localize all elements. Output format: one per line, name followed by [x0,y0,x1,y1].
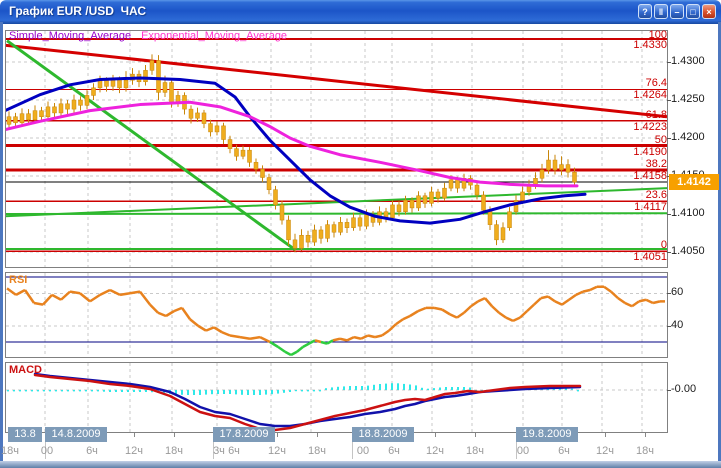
rsi-panel-canvas[interactable] [5,272,668,358]
time-axis-tick [475,433,476,437]
time-axis-label: 12ч [421,445,449,457]
current-price-tag: 1.4142 [669,174,719,190]
time-axis-tick [605,433,606,437]
time-axis-tick [277,433,278,437]
price-axis-label: 1.4250 [671,94,705,105]
fib-price-label: 1.4117 [634,202,667,213]
fib-price-label: 1.4264 [633,90,667,101]
legend-sma-label: Simple_Moving_Average [9,30,131,42]
time-axis-label: 18ч [461,445,489,457]
date-badge: 17.8.2009 [213,427,275,442]
price-axis-label: 1.4100 [671,208,705,219]
fib-percent-label: 0 [661,240,667,251]
fib-percent-label: 61.8 [646,110,667,121]
fib-price-label: 1.4190 [633,147,667,158]
chart-window: График EUR /USD ЧАС ?‖–□× Simple_Moving_… [0,0,721,468]
window-buttons: ?‖–□× [638,4,716,19]
pause-button[interactable]: ‖ [654,4,668,19]
date-badge: 14.8.2009 [45,427,107,442]
time-axis-tick [645,433,646,437]
time-axis-label: 6ч [78,445,106,457]
fib-percent-label: 38.2 [646,159,667,170]
time-axis-label: 12ч [591,445,619,457]
time-axis-label: 00 [33,445,61,457]
price-axis-tick [667,252,671,253]
price-axis-label: 1.4050 [671,246,705,257]
title-bar[interactable]: График EUR /USD ЧАС ?‖–□× [0,0,721,24]
window-border-left [0,22,3,462]
time-axis-label: 12ч [263,445,291,457]
macd-axis-label: -0.00 [671,384,696,395]
rsi-axis-label: 40 [671,320,683,331]
macd-panel-canvas[interactable] [5,362,668,433]
time-axis-label: 00 [349,445,377,457]
time-axis-tick [317,433,318,437]
date-badge: 13.8 [8,427,42,442]
time-axis-label: 18ч [303,445,331,457]
help-button[interactable]: ? [638,4,652,19]
time-axis-label: 6ч [220,445,248,457]
time-axis-label: 6ч [550,445,578,457]
time-axis-label: 6ч [380,445,408,457]
rsi-axis-tick [667,326,671,327]
macd-panel-title: MACD [9,364,42,376]
fib-percent-label: 23.6 [646,190,667,201]
fib-price-label: 1.4330 [633,40,667,51]
time-axis-label: 00 [509,445,537,457]
fib-price-label: 1.4223 [633,122,667,133]
price-axis-tick [667,138,671,139]
fib-percent-label: 76.4 [646,78,667,89]
time-axis-tick [134,433,135,437]
macd-axis-tick [667,390,671,391]
rsi-axis-tick [667,293,671,294]
rsi-axis-label: 60 [671,287,683,298]
window-border-bottom [0,461,721,468]
time-axis-label: 12ч [120,445,148,457]
time-axis-tick [174,433,175,437]
price-axis-tick [667,214,671,215]
legend-ema-label: Exponential_Moving_Average [141,30,287,42]
price-axis-tick [667,100,671,101]
fib-price-label: 1.4158 [633,171,667,182]
time-axis-label: 18ч [0,445,24,457]
time-axis-label: 18ч [631,445,659,457]
close-button[interactable]: × [702,4,716,19]
price-axis-tick [667,62,671,63]
time-axis-tick [435,433,436,437]
minimize-button[interactable]: – [670,4,684,19]
date-badge: 19.8.2009 [516,427,578,442]
main-chart-canvas[interactable] [5,30,668,268]
maximize-button[interactable]: □ [686,4,700,19]
fib-price-label: 1.4051 [633,252,667,263]
rsi-panel-title: RSI [9,274,27,286]
price-axis-label: 1.4300 [671,56,705,67]
price-axis-label: 1.4200 [671,132,705,143]
window-title: График EUR /USD ЧАС [9,4,146,18]
date-badge: 18.8.2009 [352,427,414,442]
time-axis-label: 18ч [160,445,188,457]
indicator-legend: Simple_Moving_Average Exponential_Moving_… [9,31,297,42]
fib-percent-label: 50 [655,135,667,146]
